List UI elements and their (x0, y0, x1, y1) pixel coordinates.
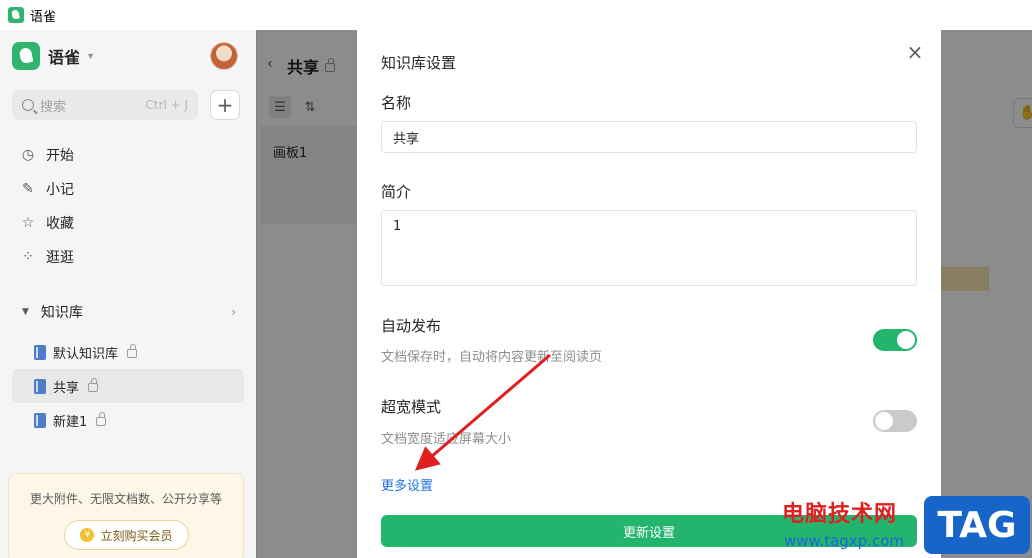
caret-down-icon: ▼ (22, 307, 29, 317)
kb-item-label: 共享 (53, 380, 80, 396)
kb-settings-dialog: 知识库设置 × 名称 简介 1 自动发布 文档保存时，自动将内容更新至阅读页 超… (357, 30, 941, 558)
toggle-knob (897, 331, 915, 349)
intro-field[interactable]: 1 (381, 210, 917, 286)
app-logo-icon (8, 7, 24, 23)
search-shortcut: Ctrl + J (145, 98, 188, 112)
buy-membership-button[interactable]: ¥ 立刻购买会员 (64, 520, 189, 550)
app-logo-icon (12, 42, 40, 70)
sidebar-item-explore[interactable]: ⁘ 逛逛 (12, 240, 244, 274)
sidebar: 语雀 ▾ 搜索 Ctrl + J + ◷ 开始 ✎ 小记 ☆ 收藏 ⁘ 逛逛 ▼… (0, 30, 256, 558)
knowledge-base-header[interactable]: ▼ 知识库 › (12, 295, 244, 329)
star-icon: ☆ (21, 215, 35, 231)
watermark-tag: TAG (924, 496, 1030, 554)
search-icon (22, 99, 34, 111)
kb-item-new1[interactable]: 新建1 (12, 403, 244, 437)
auto-publish-label: 自动发布 (381, 317, 442, 335)
kb-item-label: 默认知识库 (53, 346, 119, 362)
feather-icon: ✎ (22, 181, 34, 197)
name-label: 名称 (381, 94, 412, 112)
plus-icon: + (216, 93, 234, 117)
update-settings-label: 更新设置 (622, 525, 675, 541)
book-icon (34, 412, 46, 428)
sidebar-nav: ◷ 开始 ✎ 小记 ☆ 收藏 ⁘ 逛逛 (12, 138, 244, 274)
watermark: 电脑技术网 www.tagxp.com TAG (776, 496, 1032, 558)
clock-icon: ◷ (21, 147, 35, 163)
sidebar-item-favorites[interactable]: ☆ 收藏 (12, 206, 244, 240)
promo-text: 更大附件、无限文档数、公开分享等 (29, 492, 222, 506)
knowledge-base-list: 默认知识库 共享 新建1 (12, 335, 244, 437)
lock-icon (96, 412, 107, 426)
buy-membership-label: 立刻购买会员 (100, 528, 173, 543)
book-icon (34, 378, 46, 394)
watermark-url: www.tagxp.com (784, 532, 904, 550)
sidebar-item-label: 小记 (46, 182, 74, 198)
sidebar-item-label: 逛逛 (46, 250, 74, 266)
kb-item-label: 新建1 (53, 414, 88, 430)
watermark-text: 电脑技术网 (782, 502, 898, 527)
sidebar-item-start[interactable]: ◷ 开始 (12, 138, 244, 172)
name-field[interactable] (381, 121, 917, 153)
kb-item-default[interactable]: 默认知识库 (12, 335, 244, 369)
membership-promo: 更大附件、无限文档数、公开分享等 ¥ 立刻购买会员 (8, 473, 244, 558)
search-input[interactable]: 搜索 Ctrl + J (12, 90, 198, 120)
kb-item-shared[interactable]: 共享 (12, 369, 244, 403)
wide-mode-desc: 文档宽度适应屏幕大小 (381, 432, 512, 447)
kb-header-label: 知识库 (40, 305, 83, 321)
title-bar: 语雀 (0, 0, 1032, 30)
lock-icon (88, 378, 99, 392)
more-settings-link[interactable]: 更多设置 (381, 475, 433, 494)
auto-publish-desc: 文档保存时，自动将内容更新至阅读页 (381, 350, 603, 365)
book-icon (34, 344, 46, 360)
add-button[interactable]: + (210, 90, 240, 120)
app-name: 语雀 (48, 48, 81, 67)
wide-mode-toggle[interactable] (873, 410, 917, 432)
app-switcher[interactable]: 语雀 ▾ (12, 42, 93, 70)
sidebar-item-label: 开始 (46, 148, 74, 164)
close-icon[interactable]: × (901, 38, 929, 66)
sidebar-item-notes[interactable]: ✎ 小记 (12, 172, 244, 206)
sidebar-item-label: 收藏 (46, 216, 74, 232)
lock-icon (127, 344, 138, 358)
toggle-knob (875, 412, 893, 430)
chevron-right-icon[interactable]: › (231, 305, 236, 319)
avatar[interactable] (210, 42, 238, 70)
coin-icon: ¥ (80, 528, 95, 542)
intro-label: 简介 (381, 183, 412, 201)
search-placeholder: 搜索 (40, 99, 67, 115)
grid-icon: ⁘ (22, 249, 34, 265)
auto-publish-toggle[interactable] (873, 329, 917, 351)
wide-mode-label: 超宽模式 (381, 398, 442, 416)
chevron-down-icon: ▾ (88, 50, 94, 62)
window-title: 语雀 (30, 9, 57, 25)
dialog-title: 知识库设置 (381, 54, 457, 72)
